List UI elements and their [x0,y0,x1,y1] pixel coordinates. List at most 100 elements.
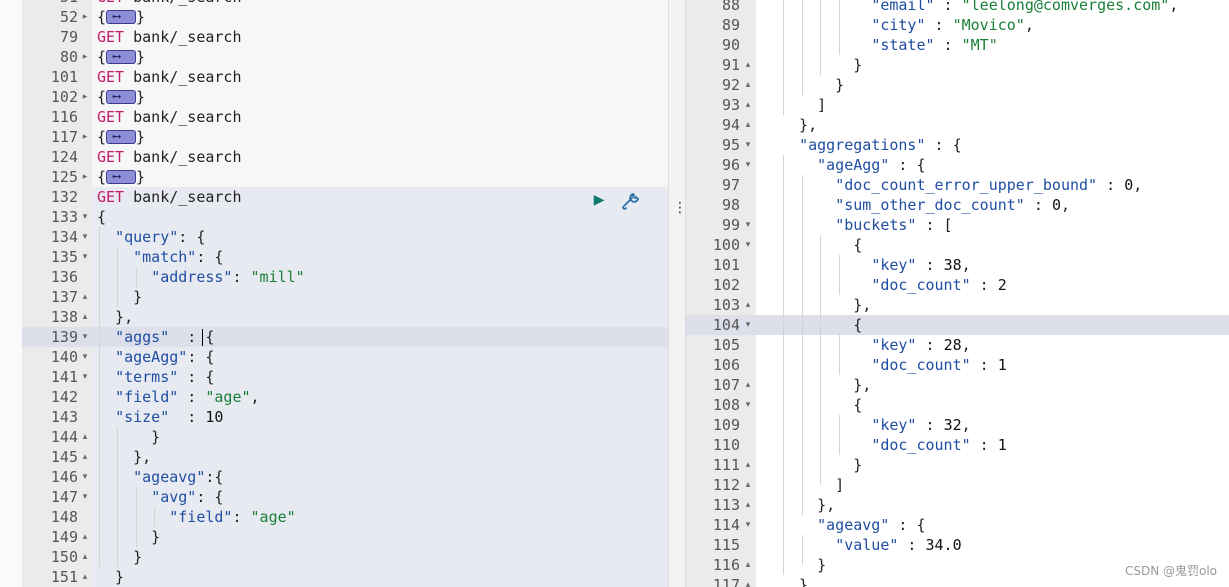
code-token: { [97,208,107,226]
collapsed-block-badge[interactable] [106,86,137,106]
code-text: { [781,235,862,255]
collapsed-block-badge[interactable] [106,166,137,186]
code-line: 136 "address": "mill" [0,267,668,287]
code-token: "ageavg" [817,516,890,534]
expand-fold-icon[interactable]: ▸ [79,87,91,107]
code-token: 1 [997,356,1007,374]
collapse-fold-icon[interactable]: ▴ [742,555,754,575]
collapse-fold-icon[interactable]: ▾ [79,327,91,347]
line-number: 90 [721,36,740,54]
expand-fold-icon[interactable]: ▸ [79,127,91,147]
collapse-fold-icon[interactable]: ▾ [79,227,91,247]
line-number: 108 [712,396,740,414]
collapse-fold-icon[interactable]: ▴ [79,447,91,467]
line-number: 93 [721,96,740,114]
collapse-fold-icon[interactable]: ▾ [742,215,754,235]
collapsed-block-badge[interactable] [106,126,137,146]
code-line: 95 ▾ "aggregations" : { [686,135,1229,155]
code-text: "buckets" : [ [781,215,952,235]
code-text: "field" : "age", [97,387,260,407]
code-text: } [781,75,844,95]
code-token: "Movico" [952,16,1025,34]
collapse-fold-icon[interactable]: ▴ [79,287,91,307]
line-number: 104 [712,316,740,334]
code-line: 139 ▾ "aggs" : { [0,327,668,347]
collapse-fold-icon[interactable]: ▾ [79,207,91,227]
code-text: GET bank/_search [97,67,242,87]
code-token: "ageavg" [133,468,206,486]
line-number: 94 [721,116,740,134]
code-token: } [781,556,827,574]
code-token: "buckets" [835,216,917,234]
code-token: GET [97,108,125,126]
collapse-fold-icon[interactable]: ▴ [742,55,754,75]
request-settings-button[interactable] [621,190,643,210]
pane-resize-handle[interactable]: ⋮ [668,0,687,587]
code-text: } [781,575,808,587]
collapse-fold-icon[interactable]: ▾ [742,135,754,155]
collapse-fold-icon[interactable]: ▾ [79,247,91,267]
line-number: 133 [50,208,78,226]
code-token: } [781,456,863,474]
code-text: {} [97,46,145,67]
code-text: {} [97,126,145,147]
request-editor[interactable]: 51GET bank/_search52▸{}79GET bank/_searc… [0,0,668,587]
code-text: GET bank/_search [97,187,242,207]
expand-fold-icon[interactable]: ▸ [79,167,91,187]
code-text: "query": { [97,227,205,247]
code-token: } [781,76,845,94]
collapse-fold-icon[interactable]: ▾ [742,315,754,335]
code-token: : [970,436,998,454]
code-token: } [97,528,161,546]
collapse-fold-icon[interactable]: ▾ [79,487,91,507]
collapse-fold-icon[interactable]: ▴ [79,427,91,447]
line-number: 146 [50,468,78,486]
code-text: "city" : "Movico", [781,15,1034,35]
collapse-fold-icon[interactable]: ▴ [742,375,754,395]
line-number: 148 [50,508,78,526]
code-token: { [781,316,863,334]
line-number: 147 [50,488,78,506]
run-request-button[interactable]: ▶ [588,190,610,210]
code-text: { [781,315,862,335]
code-token: "aggs" [115,328,170,346]
collapse-fold-icon[interactable]: ▴ [79,307,91,327]
collapse-fold-icon[interactable]: ▴ [742,495,754,515]
code-line: 133 ▾ { [0,207,668,227]
response-viewer[interactable]: 88 "email" : "leelong@comverges.com", 89 … [686,0,1229,587]
collapse-fold-icon[interactable]: ▴ [79,527,91,547]
code-token: }, [97,308,134,326]
collapsed-block-badge[interactable] [106,6,137,26]
code-token: "key" [871,336,917,354]
code-token: : { [178,368,215,386]
collapse-fold-icon[interactable]: ▴ [742,295,754,315]
collapse-fold-icon[interactable]: ▾ [79,467,91,487]
collapse-fold-icon[interactable]: ▾ [742,155,754,175]
collapse-fold-icon[interactable]: ▴ [742,475,754,495]
code-text: }, [781,495,835,515]
code-text: "state" : "MT" [781,35,997,55]
code-token: { [781,236,863,254]
collapse-fold-icon[interactable]: ▴ [79,567,91,587]
expand-fold-icon[interactable]: ▸ [79,7,91,27]
collapse-fold-icon[interactable]: ▴ [742,95,754,115]
collapsed-block-badge[interactable] [106,46,137,66]
collapse-fold-icon[interactable]: ▴ [742,115,754,135]
collapse-fold-icon[interactable]: ▴ [742,455,754,475]
collapse-fold-icon[interactable]: ▾ [79,367,91,387]
collapse-fold-icon[interactable]: ▾ [742,395,754,415]
collapse-fold-icon[interactable]: ▾ [742,235,754,255]
code-token: "age" [205,388,251,406]
code-token: }, [781,116,818,134]
collapse-fold-icon[interactable]: ▴ [79,547,91,567]
collapse-fold-icon[interactable]: ▾ [79,347,91,367]
code-token: , [961,336,971,354]
collapse-fold-icon[interactable]: ▴ [742,575,754,587]
collapse-fold-icon[interactable]: ▾ [742,515,754,535]
expand-fold-icon[interactable]: ▸ [79,47,91,67]
collapse-fold-icon[interactable]: ▴ [742,75,754,95]
